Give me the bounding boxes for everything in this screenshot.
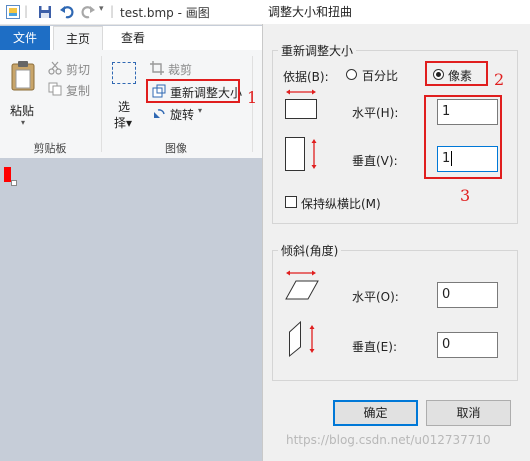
skew-vertical-label: 垂直(E): — [352, 340, 397, 354]
copy-label: 复制 — [66, 84, 91, 98]
skew-vertical-input[interactable]: 0 — [437, 332, 498, 358]
resize-vertical-label: 垂直(V): — [352, 154, 398, 168]
dialog-title-bar: 调整大小和扭曲 — [262, 0, 530, 24]
watermark-text: https://blog.csdn.net/u012737710 — [286, 433, 491, 447]
annotation-number-1: 1 — [247, 88, 258, 107]
rotate-dropdown-icon: ▾ — [198, 106, 203, 115]
undo-icon[interactable] — [59, 4, 75, 20]
cut-label: 剪切 — [66, 63, 91, 77]
annotation-box-values — [424, 95, 502, 179]
resize-horizontal-label: 水平(H): — [352, 106, 399, 120]
ok-button[interactable]: 确定 — [333, 400, 418, 426]
tab-home[interactable]: 主页 — [53, 26, 103, 51]
percent-radio[interactable]: 百分比 — [346, 67, 416, 83]
cut-button[interactable]: 剪切 — [48, 59, 100, 77]
canvas-image — [4, 167, 11, 182]
percent-label: 百分比 — [362, 69, 399, 83]
dialog-title: 调整大小和扭曲 — [268, 5, 353, 19]
window-title: test.bmp - 画图 — [120, 6, 210, 20]
annotation-box-pixel — [425, 61, 488, 86]
percent-radio-button — [346, 69, 357, 80]
rotate-button[interactable]: 旋转 ▾ — [150, 104, 210, 122]
skew-legend: 倾斜(角度) — [278, 242, 342, 259]
paste-label: 粘贴 — [10, 104, 35, 118]
image-group-label: 图像 — [165, 142, 187, 155]
resize-legend: 重新调整大小 — [278, 42, 357, 59]
keep-ratio-checkbox[interactable]: 保持纵横比(M) — [285, 195, 405, 211]
annotation-number-2: 2 — [494, 70, 505, 89]
horizontal-resize-icon — [285, 89, 317, 119]
select-button[interactable]: 选 择▾ — [108, 60, 140, 132]
basis-label: 依据(B): — [283, 70, 329, 84]
vertical-skew-icon — [289, 320, 315, 358]
title-bar: | ▾ | test.bmp - 画图 — [0, 0, 262, 25]
annotation-number-3: 3 — [460, 186, 471, 205]
crop-label: 裁剪 — [168, 63, 193, 77]
copy-button[interactable]: 复制 — [48, 80, 100, 98]
horizontal-skew-icon — [285, 270, 319, 300]
paste-dropdown-icon: ▾ — [21, 118, 26, 127]
vertical-resize-icon — [285, 137, 317, 171]
rotate-icon — [154, 109, 165, 118]
canvas-resize-handle[interactable] — [11, 180, 17, 186]
rotate-label: 旋转 — [170, 108, 195, 122]
clipboard-group-label: 剪贴板 — [33, 142, 67, 155]
paste-button[interactable]: 粘贴 ▾ — [6, 58, 42, 128]
clipboard-icon — [11, 61, 35, 91]
paint-app-icon — [6, 5, 20, 19]
qat-dropdown-icon[interactable]: ▾ — [99, 4, 104, 14]
scissors-icon — [48, 61, 62, 75]
keep-ratio-label: 保持纵横比(M) — [301, 197, 381, 211]
cancel-button[interactable]: 取消 — [426, 400, 511, 426]
ribbon: 粘贴 ▾ 剪切 复制 剪贴板 选 择▾ 裁剪 重新调整大小 旋转 ▾ 图像 — [0, 50, 262, 159]
annotation-box-resize — [146, 79, 240, 103]
selection-rectangle-icon — [112, 62, 136, 84]
select-label-1: 选 — [118, 100, 131, 114]
crop-icon — [150, 61, 164, 75]
skew-horizontal-label: 水平(O): — [352, 290, 399, 304]
copy-icon — [48, 82, 62, 96]
select-label-2: 择▾ — [114, 116, 133, 130]
redo-icon[interactable] — [80, 4, 96, 20]
keep-ratio-checkbox-box — [285, 196, 297, 208]
save-icon[interactable] — [38, 5, 52, 19]
tab-view[interactable]: 查看 — [108, 26, 158, 50]
skew-horizontal-input[interactable]: 0 — [437, 282, 498, 308]
tab-file[interactable]: 文件 — [0, 26, 50, 50]
crop-button[interactable]: 裁剪 — [150, 59, 210, 77]
canvas-area[interactable] — [0, 158, 262, 461]
